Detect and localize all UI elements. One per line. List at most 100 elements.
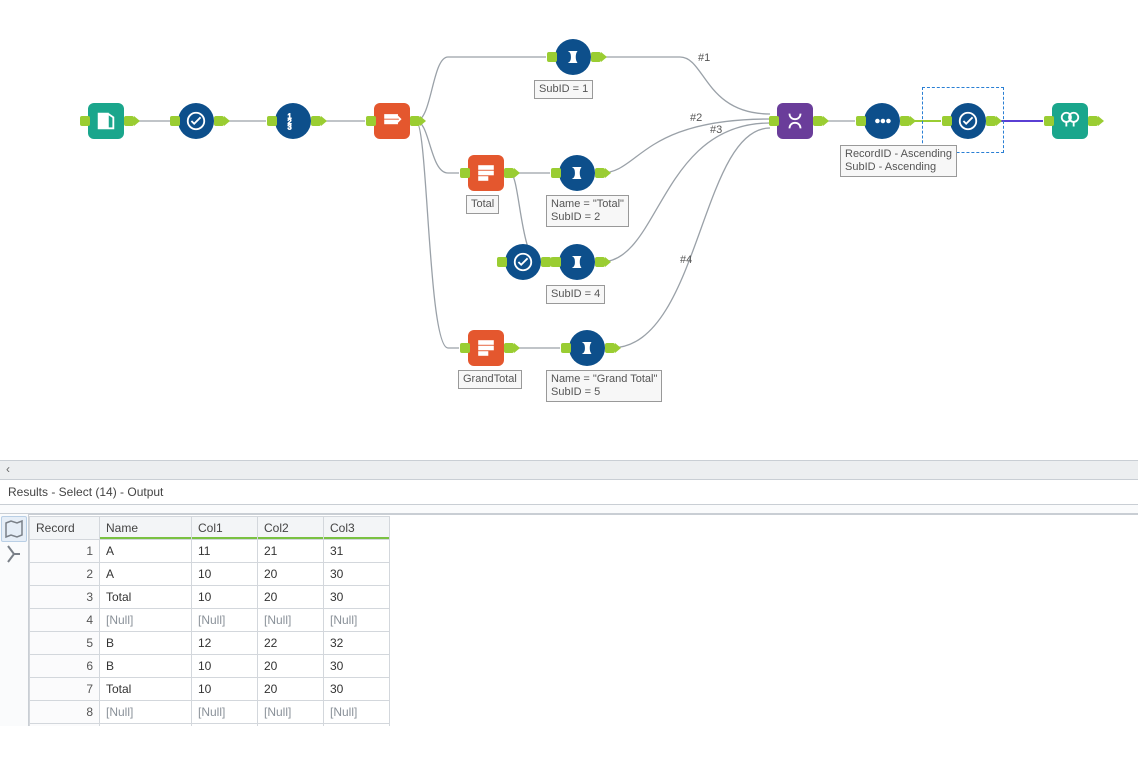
- workflow-canvas[interactable]: .w{fill:none;stroke:#9aa1a8;stroke-width…: [0, 0, 1138, 460]
- cell[interactable]: [Null]: [324, 609, 390, 632]
- column-header[interactable]: Col2: [258, 517, 324, 540]
- cell[interactable]: Grand Total: [100, 724, 192, 727]
- cell[interactable]: 31: [324, 540, 390, 563]
- canvas-horizontal-scrollbar[interactable]: ‹: [0, 460, 1138, 480]
- table-row[interactable]: 4[Null][Null][Null][Null]: [30, 609, 390, 632]
- cell[interactable]: 30: [324, 586, 390, 609]
- cell[interactable]: A: [100, 540, 192, 563]
- cell[interactable]: 30: [324, 678, 390, 701]
- cell[interactable]: B: [100, 655, 192, 678]
- scroll-left-icon[interactable]: ‹: [0, 461, 16, 477]
- table-row[interactable]: 6B102030: [30, 655, 390, 678]
- anchor-in[interactable]: [170, 116, 180, 126]
- cell[interactable]: 20: [258, 563, 324, 586]
- cell[interactable]: 21: [258, 540, 324, 563]
- anchor-in[interactable]: [942, 116, 952, 126]
- tool-browse[interactable]: [1052, 103, 1088, 139]
- tool-select2[interactable]: [505, 244, 541, 280]
- anchor-in[interactable]: [80, 116, 90, 126]
- tool-multifield[interactable]: [374, 103, 410, 139]
- anchor-out[interactable]: [214, 116, 224, 126]
- cell[interactable]: 10: [192, 678, 258, 701]
- tool-formula4[interactable]: [569, 330, 605, 366]
- table-row[interactable]: 9Grand Total102030: [30, 724, 390, 727]
- view-map-icon[interactable]: [1, 516, 27, 542]
- cell[interactable]: 10: [192, 563, 258, 586]
- cell[interactable]: [Null]: [324, 701, 390, 724]
- tool-sort[interactable]: [864, 103, 900, 139]
- cell[interactable]: [Null]: [192, 701, 258, 724]
- column-header[interactable]: Name: [100, 517, 192, 540]
- cell[interactable]: [Null]: [258, 701, 324, 724]
- table-row[interactable]: 1A112131: [30, 540, 390, 563]
- column-header[interactable]: Col3: [324, 517, 390, 540]
- column-header[interactable]: Col1: [192, 517, 258, 540]
- cell[interactable]: [Null]: [192, 609, 258, 632]
- anchor-in[interactable]: [366, 116, 376, 126]
- tool-summarize1[interactable]: [468, 155, 504, 191]
- cell[interactable]: 30: [324, 563, 390, 586]
- cell[interactable]: Total: [100, 586, 192, 609]
- cell[interactable]: 20: [258, 586, 324, 609]
- anchor-out[interactable]: [595, 257, 605, 267]
- anchor-out[interactable]: [410, 116, 420, 126]
- results-table[interactable]: RecordNameCol1Col2Col3 1A1121312A1020303…: [29, 516, 390, 726]
- column-header[interactable]: Record: [30, 517, 100, 540]
- cell[interactable]: [Null]: [100, 609, 192, 632]
- anchor-out[interactable]: [605, 343, 615, 353]
- anchor-out[interactable]: [504, 168, 514, 178]
- table-row[interactable]: 2A102030: [30, 563, 390, 586]
- anchor-out[interactable]: [504, 343, 514, 353]
- cell[interactable]: 10: [192, 586, 258, 609]
- cell[interactable]: 10: [192, 724, 258, 727]
- tool-formula1[interactable]: [555, 39, 591, 75]
- cell[interactable]: 10: [192, 655, 258, 678]
- cell[interactable]: 22: [258, 632, 324, 655]
- anchor-in[interactable]: [769, 116, 779, 126]
- anchor-in[interactable]: [497, 257, 507, 267]
- table-row[interactable]: 3Total102030: [30, 586, 390, 609]
- tool-recordid[interactable]: 123: [275, 103, 311, 139]
- anchor-out[interactable]: [591, 52, 601, 62]
- cell[interactable]: A: [100, 563, 192, 586]
- cell[interactable]: 20: [258, 655, 324, 678]
- tool-summarize2[interactable]: [468, 330, 504, 366]
- tool-formula3[interactable]: [559, 244, 595, 280]
- anchor-in[interactable]: [856, 116, 866, 126]
- cell[interactable]: 30: [324, 724, 390, 727]
- anchor-in[interactable]: [1044, 116, 1054, 126]
- table-row[interactable]: 7Total102030: [30, 678, 390, 701]
- anchor-in[interactable]: [267, 116, 277, 126]
- table-row[interactable]: 8[Null][Null][Null][Null]: [30, 701, 390, 724]
- tool-input[interactable]: [88, 103, 124, 139]
- cell[interactable]: 32: [324, 632, 390, 655]
- anchor-in[interactable]: [551, 168, 561, 178]
- cell[interactable]: 20: [258, 678, 324, 701]
- anchor-out[interactable]: [311, 116, 321, 126]
- cell[interactable]: [Null]: [258, 609, 324, 632]
- anchor-in[interactable]: [460, 168, 470, 178]
- cell[interactable]: [Null]: [100, 701, 192, 724]
- cell[interactable]: 12: [192, 632, 258, 655]
- anchor-in[interactable]: [551, 257, 561, 267]
- tool-select3[interactable]: [950, 103, 986, 139]
- table-row[interactable]: 5B122232: [30, 632, 390, 655]
- anchor-out[interactable]: [595, 168, 605, 178]
- cell[interactable]: 20: [258, 724, 324, 727]
- cell[interactable]: Total: [100, 678, 192, 701]
- view-schema-icon[interactable]: [2, 542, 26, 566]
- anchor-in[interactable]: [561, 343, 571, 353]
- tool-union[interactable]: [777, 103, 813, 139]
- cell[interactable]: 30: [324, 655, 390, 678]
- anchor-in[interactable]: [547, 52, 557, 62]
- anchor-out[interactable]: [813, 116, 823, 126]
- tool-formula2[interactable]: [559, 155, 595, 191]
- cell[interactable]: B: [100, 632, 192, 655]
- anchor-out[interactable]: [124, 116, 134, 126]
- anchor-out[interactable]: [541, 257, 551, 267]
- cell[interactable]: 11: [192, 540, 258, 563]
- anchor-out[interactable]: [1088, 116, 1098, 126]
- anchor-in[interactable]: [460, 343, 470, 353]
- anchor-out[interactable]: [900, 116, 910, 126]
- tool-select1[interactable]: [178, 103, 214, 139]
